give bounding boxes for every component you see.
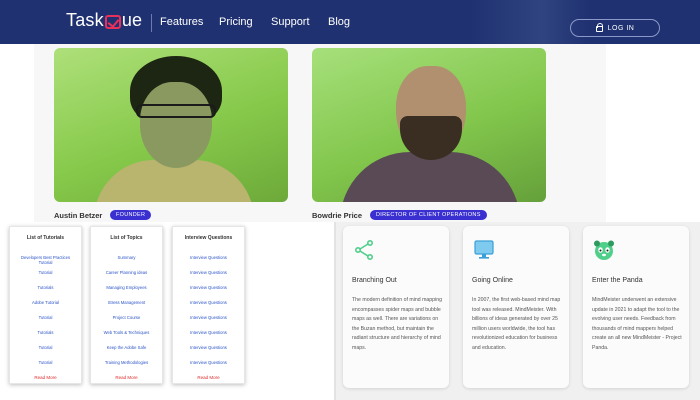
- photo-face: [140, 82, 212, 168]
- role-badge: FOUNDER: [110, 210, 152, 220]
- feature-card-online: Going Online In 2007, the first web-base…: [463, 226, 569, 388]
- list-link[interactable]: Interview Questions: [177, 255, 240, 270]
- list-link[interactable]: Training Methodologies: [95, 360, 158, 375]
- team-photo-bowdrie: [312, 48, 546, 202]
- feature-title: Going Online: [472, 277, 513, 284]
- list-link[interactable]: Summary: [95, 255, 158, 270]
- logo-text-left: Task: [66, 10, 104, 30]
- read-more-link[interactable]: Read More: [91, 375, 162, 380]
- card-title: List of Tutorials: [26, 235, 65, 241]
- list-link[interactable]: Tutorials: [14, 285, 77, 300]
- role-badge: DIRECTOR OF CLIENT OPERATIONS: [370, 210, 487, 220]
- lock-icon: [595, 23, 604, 32]
- read-more-link[interactable]: Read More: [173, 375, 244, 380]
- list-link[interactable]: Managing Employees: [95, 285, 158, 300]
- tutorials-card: List of Tutorials Developers Best Practi…: [9, 226, 82, 384]
- list-link[interactable]: Tutorials: [14, 330, 77, 345]
- feature-title: Branching Out: [352, 277, 397, 284]
- feature-body: MindMeister underwent an extensive updat…: [592, 297, 682, 351]
- list-link[interactable]: Interview Questions: [177, 345, 240, 360]
- list-link[interactable]: Interview Questions: [177, 300, 240, 315]
- list-link[interactable]: Adobe Tutorial: [14, 300, 77, 315]
- list-link[interactable]: Interview Questions: [177, 330, 240, 345]
- list-link[interactable]: Interview Questions: [177, 285, 240, 300]
- list-link[interactable]: Interview Questions: [177, 270, 240, 285]
- read-more-link[interactable]: Read More: [10, 375, 81, 380]
- feature-body: The modern definition of mind mapping en…: [352, 297, 442, 351]
- card-title: List of Topics: [110, 235, 143, 241]
- logo[interactable]: Task ue: [66, 10, 142, 31]
- card-title: Interview Questions: [184, 235, 233, 241]
- photo-glasses: [136, 104, 216, 118]
- list-link[interactable]: Tutorial: [14, 345, 77, 360]
- section-divider: [334, 222, 336, 400]
- list-link[interactable]: Project Course: [95, 315, 158, 330]
- panda-icon: [594, 240, 614, 260]
- interview-questions-card: Interview Questions Interview Questions …: [172, 226, 245, 384]
- logo-check-icon: [104, 14, 121, 29]
- list-link[interactable]: Developers Best Practices Tutorial: [14, 255, 77, 270]
- list-link[interactable]: Web Tools & Techniques: [95, 330, 158, 345]
- monitor-icon: [474, 240, 494, 259]
- logo-text-right: ue: [121, 10, 143, 30]
- login-button[interactable]: LOG IN: [570, 19, 660, 37]
- branching-icon: [354, 239, 374, 260]
- member-name: Austin Betzer: [54, 211, 103, 220]
- feature-body: In 2007, the first web-based mind map to…: [472, 297, 561, 351]
- list-link[interactable]: Tutorial: [14, 315, 77, 330]
- list-link[interactable]: Interview Questions: [177, 360, 240, 375]
- feature-card-branching: Branching Out The modern definition of m…: [343, 226, 449, 388]
- list-link[interactable]: Career Planning ideas: [95, 270, 158, 285]
- nav-link-support[interactable]: Support: [271, 16, 310, 28]
- team-photo-austin: [54, 48, 288, 202]
- list-link[interactable]: Stress Management: [95, 300, 158, 315]
- list-link[interactable]: Keep the Adobe Safe: [95, 345, 158, 360]
- nav-link-pricing[interactable]: Pricing: [219, 16, 253, 28]
- feature-title: Enter the Panda: [592, 277, 643, 284]
- top-navbar: Task ue Features Pricing Support Blog LO…: [0, 0, 700, 44]
- nav-link-features[interactable]: Features: [160, 16, 203, 28]
- nav-link-blog[interactable]: Blog: [328, 16, 350, 28]
- list-link[interactable]: Tutorial: [14, 360, 77, 375]
- topics-card: List of Topics Summary Career Planning i…: [90, 226, 163, 384]
- feature-card-panda: Enter the Panda MindMeister underwent an…: [583, 226, 689, 388]
- list-link[interactable]: Interview Questions: [177, 315, 240, 330]
- login-label: LOG IN: [607, 24, 635, 32]
- nav-separator: [151, 14, 152, 32]
- member-name: Bowdrie Price: [312, 211, 363, 220]
- list-link[interactable]: Tutorial: [14, 270, 77, 285]
